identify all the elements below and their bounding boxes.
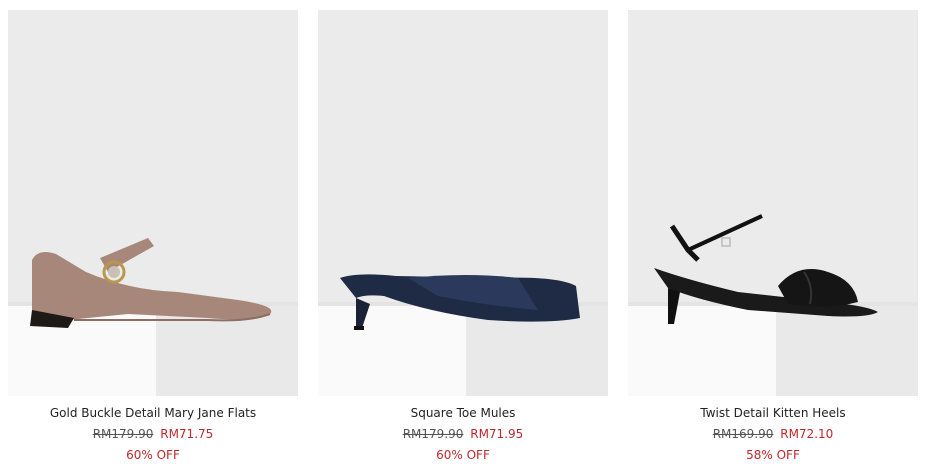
product-card[interactable]: Gold Buckle Detail Mary Jane Flats RM179… [8, 10, 298, 462]
product-card[interactable]: Twist Detail Kitten Heels RM169.90 RM72.… [628, 10, 918, 462]
price-row: RM169.90 RM72.10 [628, 427, 918, 441]
sale-price: RM72.10 [780, 427, 834, 441]
product-name[interactable]: Square Toe Mules [318, 406, 608, 420]
discount-badge: 60% OFF [436, 448, 490, 462]
original-price: RM179.90 [402, 427, 464, 441]
original-price: RM179.90 [92, 427, 154, 441]
product-name[interactable]: Gold Buckle Detail Mary Jane Flats [8, 406, 298, 420]
product-image[interactable] [628, 10, 918, 396]
sale-price: RM71.95 [470, 427, 524, 441]
product-image[interactable] [318, 10, 608, 396]
square-toe-mule-image [318, 10, 608, 396]
sale-price: RM71.75 [160, 427, 214, 441]
product-card[interactable]: Square Toe Mules RM179.90 RM71.95 60% OF… [318, 10, 608, 462]
discount-badge: 60% OFF [126, 448, 180, 462]
product-name[interactable]: Twist Detail Kitten Heels [628, 406, 918, 420]
price-row: RM179.90 RM71.75 [8, 427, 298, 441]
mary-jane-flat-image [8, 10, 298, 396]
price-row: RM179.90 RM71.95 [318, 427, 608, 441]
original-price: RM169.90 [712, 427, 774, 441]
discount-badge: 58% OFF [746, 448, 800, 462]
kitten-heel-image [628, 10, 918, 396]
product-image[interactable] [8, 10, 298, 396]
